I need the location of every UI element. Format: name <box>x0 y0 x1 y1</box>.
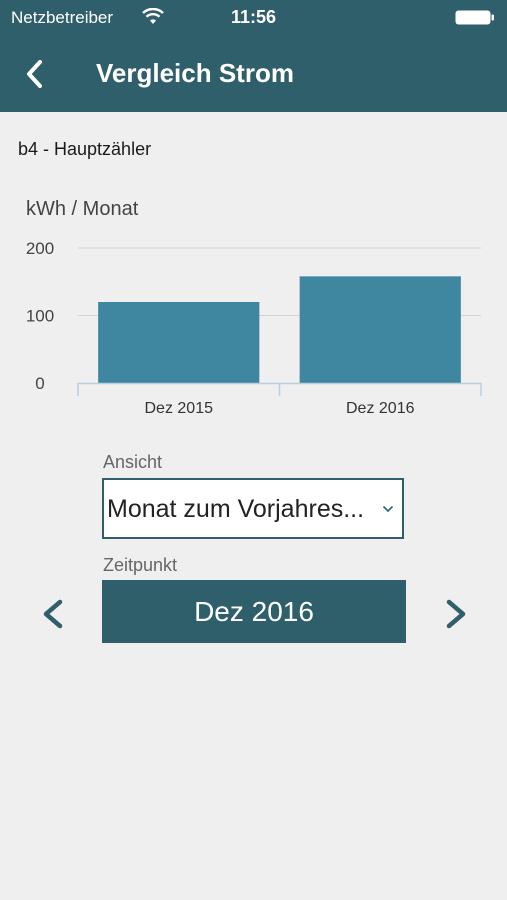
period-label: Zeitpunkt <box>103 555 178 575</box>
next-period-button[interactable] <box>441 596 471 632</box>
view-select-value: Monat zum Vorjahres... <box>107 495 365 523</box>
bar-dez-2016 <box>299 276 461 383</box>
x-tick-label: Dez 2016 <box>346 400 415 417</box>
app-header: Netzbetreiber 11:56 Vergleich Strom <box>0 0 507 112</box>
period-value: Dez 2016 <box>194 595 314 627</box>
back-button[interactable] <box>14 54 54 94</box>
status-bar: Netzbetreiber 11:56 <box>0 0 507 36</box>
x-tick-label: Dez 2015 <box>145 400 214 417</box>
nav-bar: Vergleich Strom <box>0 36 507 112</box>
view-select[interactable]: Monat zum Vorjahres... <box>102 478 404 539</box>
y-tick-label: 100 <box>26 307 54 326</box>
chart-unit-label: kWh / Monat <box>26 198 139 220</box>
y-tick-label: 0 <box>35 374 44 393</box>
status-time: 11:56 <box>230 7 277 27</box>
y-tick-label: 200 <box>26 239 54 258</box>
view-label: Ansicht <box>103 452 163 472</box>
meter-name: b4 - Hauptzähler <box>18 139 152 159</box>
bar-dez-2015 <box>98 302 260 383</box>
previous-period-button[interactable] <box>38 596 68 632</box>
page-title: Vergleich Strom <box>96 58 294 88</box>
consumption-bar-chart: 0 100 200 Dez 2015 Dez 2016 <box>26 239 482 417</box>
battery-icon <box>455 10 494 25</box>
period-display[interactable]: Dez 2016 <box>102 580 406 643</box>
chevron-left-icon <box>27 60 42 88</box>
chevron-down-icon <box>383 506 393 513</box>
